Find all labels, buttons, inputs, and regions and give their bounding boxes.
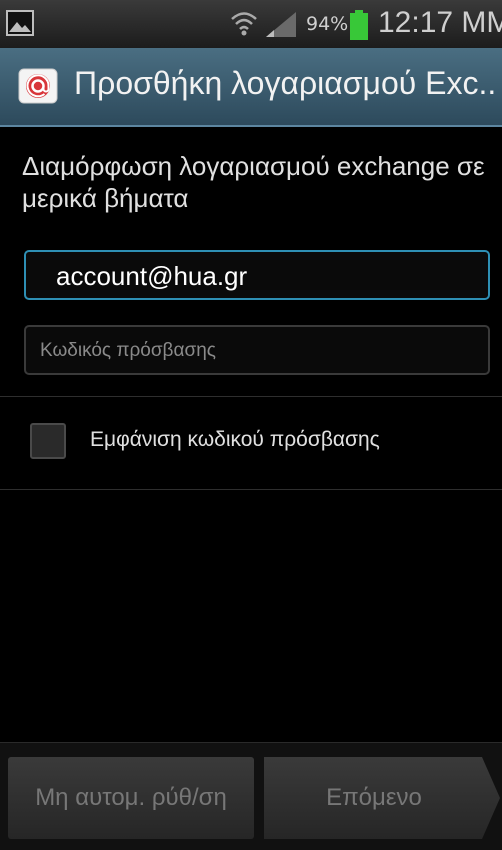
next-button[interactable]: Επόμενο bbox=[264, 757, 500, 839]
manual-setup-button[interactable]: Μη αυτομ. ρύθ/ση bbox=[8, 757, 254, 839]
divider bbox=[0, 489, 502, 490]
action-bar-title: Προσθήκη λογαριασμού Exc.. bbox=[74, 65, 497, 101]
next-button-label: Επόμενο bbox=[326, 784, 422, 811]
signal-icon bbox=[266, 12, 296, 37]
show-password-row[interactable]: Εμφάνιση κωδικού πρόσβασης bbox=[0, 398, 502, 488]
email-field[interactable] bbox=[24, 250, 490, 300]
battery-percent: 94% bbox=[306, 13, 349, 35]
password-input[interactable] bbox=[38, 339, 462, 363]
email-app-icon bbox=[18, 68, 58, 104]
manual-setup-label: Μη αυτομ. ρύθ/ση bbox=[35, 784, 227, 811]
action-bar: Προσθήκη λογαριασμού Exc.. bbox=[0, 48, 502, 127]
bottom-button-bar: Μη αυτομ. ρύθ/ση Επόμενο bbox=[0, 742, 502, 850]
email-input[interactable] bbox=[54, 260, 458, 293]
show-password-label: Εμφάνιση κωδικού πρόσβασης bbox=[90, 428, 380, 451]
wifi-icon bbox=[231, 12, 257, 36]
intro-text: Διαμόρφωση λογαριασμού exchange σε μερικ… bbox=[22, 151, 485, 213]
password-field[interactable] bbox=[24, 325, 490, 375]
status-bar: 94% 12:17 MM bbox=[0, 0, 502, 48]
show-password-checkbox[interactable] bbox=[30, 423, 66, 459]
status-time: 12:17 MM bbox=[378, 6, 502, 39]
divider bbox=[0, 396, 502, 397]
gallery-icon bbox=[6, 10, 34, 36]
battery-icon bbox=[350, 10, 368, 40]
